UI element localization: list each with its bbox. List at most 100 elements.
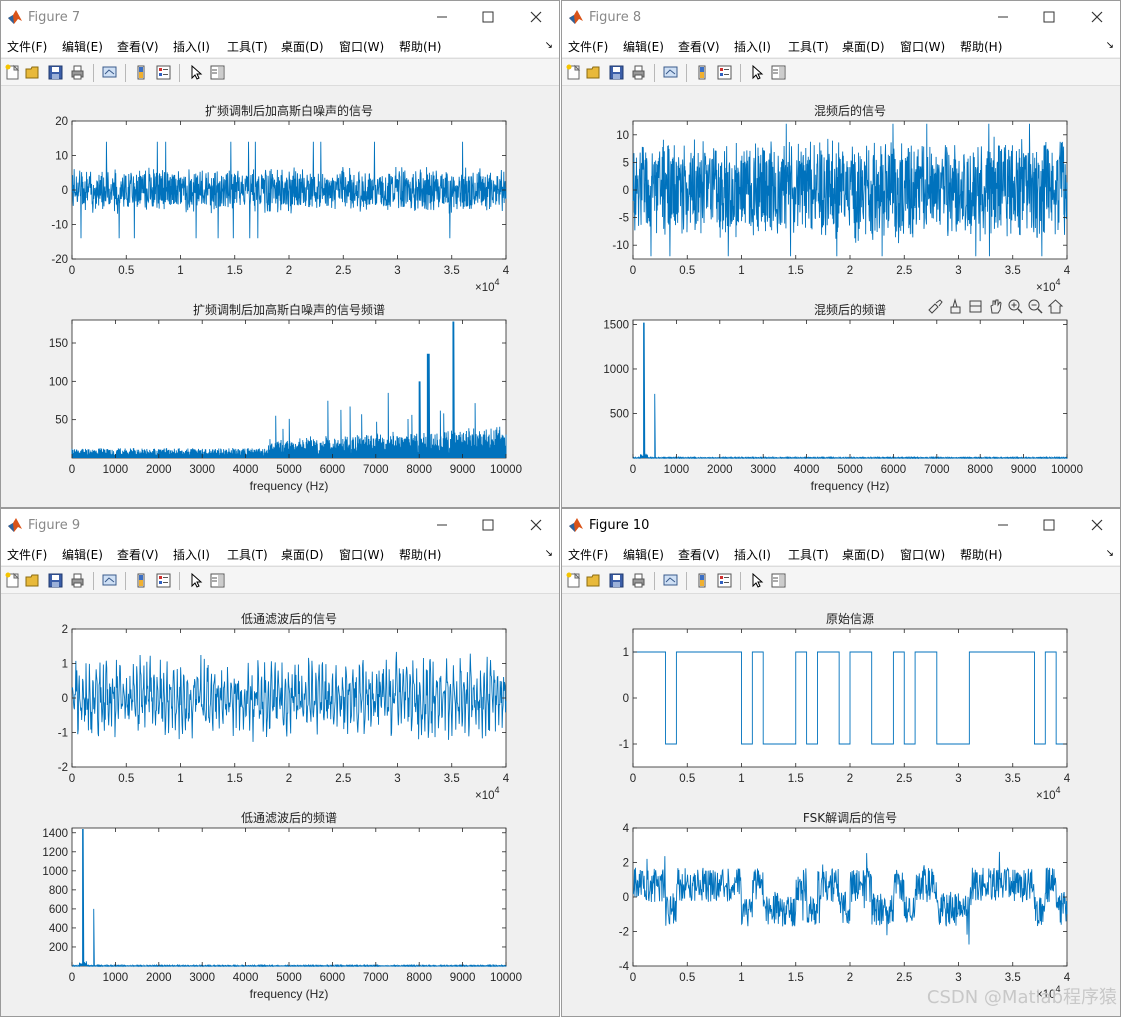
edit-plot-arrow-icon[interactable]: [749, 64, 766, 81]
menu-item[interactable]: 窗口(W): [900, 38, 945, 55]
insert-legend-icon[interactable]: [716, 64, 733, 81]
insert-colorbar-icon[interactable]: [694, 64, 711, 81]
open-file-icon[interactable]: [586, 64, 603, 81]
maximize-icon[interactable]: [1038, 7, 1060, 27]
figure-7-window[interactable]: Figure 7 文件(F) 编辑(E) 查看(V) 插入(I) 工具(T) 桌面(D) 窗口…: [0, 0, 560, 508]
open-file-icon[interactable]: [586, 572, 603, 589]
minimize-icon[interactable]: [992, 515, 1014, 535]
data-tips-icon[interactable]: [950, 298, 961, 314]
menu-item[interactable]: 插入(I): [734, 38, 771, 55]
zoom-out-icon[interactable]: [1028, 299, 1043, 314]
menu-item[interactable]: 插入(I): [173, 38, 210, 55]
menu-item[interactable]: 查看(V): [117, 38, 159, 55]
menu-item[interactable]: 文件(F): [568, 38, 608, 55]
open-file-icon[interactable]: [25, 572, 42, 589]
insert-legend-icon[interactable]: [155, 64, 172, 81]
edit-plot-arrow-icon[interactable]: [749, 572, 766, 589]
axes[interactable]: 混频后的信号 0 0.5 1 1.5 2 2.5 3 3.5 4 10 5 0 -5 -10 ×104: [612, 103, 1070, 294]
menu-overflow-icon[interactable]: ↘: [1106, 548, 1114, 559]
new-figure-icon[interactable]: [4, 64, 21, 81]
insert-legend-icon[interactable]: [716, 572, 733, 589]
title-bar[interactable]: Figure 7: [1, 1, 559, 33]
menu-item[interactable]: 帮助(H): [960, 546, 1002, 563]
minimize-icon[interactable]: [431, 7, 453, 27]
link-plot-icon[interactable]: [662, 572, 679, 589]
home-icon[interactable]: [1047, 299, 1064, 314]
title-bar[interactable]: Figure 9: [1, 509, 559, 541]
link-plot-icon[interactable]: [101, 64, 118, 81]
menu-item[interactable]: 桌面(D): [842, 546, 885, 563]
menu-item[interactable]: 编辑(E): [62, 546, 103, 563]
axes[interactable]: 扩频调制后加高斯白噪声的信号 0 0.5 1 1.5 2 2.5 3 3.5 4 20 10 0 -10 -…: [51, 103, 509, 294]
rotate-icon[interactable]: [969, 300, 982, 313]
menu-item[interactable]: 插入(I): [173, 546, 210, 563]
menu-item[interactable]: 窗口(W): [339, 546, 384, 563]
menu-item[interactable]: 工具(T): [788, 546, 829, 563]
zoom-in-icon[interactable]: [1008, 299, 1023, 314]
axes[interactable]: 原始信源 0 0.5 1 1.5 2 2.5 3 3.5 4 1 0 -1 ×104: [619, 612, 1071, 802]
axes[interactable]: 混频后的频谱 0 1000 2000 3000 4000 5000 6000 7000 8000 9…: [603, 298, 1083, 493]
axes[interactable]: 扩频调制后加高斯白噪声的信号频谱 0 1000 2000 3000 4000 5000 600…: [49, 302, 522, 493]
menu-item[interactable]: 工具(T): [227, 38, 268, 55]
property-inspector-icon[interactable]: [209, 572, 226, 589]
property-inspector-icon[interactable]: [209, 64, 226, 81]
title-bar[interactable]: Figure 10: [562, 509, 1120, 541]
minimize-icon[interactable]: [431, 515, 453, 535]
menu-item[interactable]: 文件(F): [7, 38, 47, 55]
save-icon[interactable]: [47, 572, 64, 589]
insert-legend-icon[interactable]: [155, 572, 172, 589]
minimize-icon[interactable]: [992, 7, 1014, 27]
property-inspector-icon[interactable]: [770, 572, 787, 589]
new-figure-icon[interactable]: [565, 64, 582, 81]
print-icon[interactable]: [69, 64, 86, 81]
print-icon[interactable]: [630, 572, 647, 589]
maximize-icon[interactable]: [477, 515, 499, 535]
close-icon[interactable]: [1086, 515, 1108, 535]
edit-plot-arrow-icon[interactable]: [188, 572, 205, 589]
print-icon[interactable]: [69, 572, 86, 589]
insert-colorbar-icon[interactable]: [133, 572, 150, 589]
menu-item[interactable]: 桌面(D): [281, 38, 324, 55]
menu-item[interactable]: 窗口(W): [900, 546, 945, 563]
menu-item[interactable]: 帮助(H): [960, 38, 1002, 55]
axes[interactable]: 低通滤波后的频谱 0 1000 2000 3000 4000 5000 6000 7000 800…: [42, 810, 522, 1001]
link-plot-icon[interactable]: [101, 572, 118, 589]
menu-item[interactable]: 工具(T): [227, 546, 268, 563]
menu-item[interactable]: 桌面(D): [281, 546, 324, 563]
menu-overflow-icon[interactable]: ↘: [1106, 40, 1114, 51]
property-inspector-icon[interactable]: [770, 64, 787, 81]
menu-item[interactable]: 编辑(E): [62, 38, 103, 55]
menu-item[interactable]: 查看(V): [117, 546, 159, 563]
menu-item[interactable]: 桌面(D): [842, 38, 885, 55]
link-plot-icon[interactable]: [662, 64, 679, 81]
print-icon[interactable]: [630, 64, 647, 81]
menu-item[interactable]: 查看(V): [678, 546, 720, 563]
close-icon[interactable]: [525, 515, 547, 535]
maximize-icon[interactable]: [1038, 515, 1060, 535]
pan-icon[interactable]: [990, 299, 1002, 314]
open-file-icon[interactable]: [25, 64, 42, 81]
brush-icon[interactable]: [928, 299, 943, 314]
figure-10-window[interactable]: Figure 10 文件(F) 编辑(E) 查看(V) 插入(I) 工具(T) 桌面(D) 窗…: [561, 508, 1121, 1017]
menu-item[interactable]: 查看(V): [678, 38, 720, 55]
axes[interactable]: FSK解调后的信号0 0.5 1 1.5 2 2.5 3 3.5 4420-2-4×104: [619, 810, 1071, 1001]
figure-9-window[interactable]: Figure 9 文件(F) 编辑(E) 查看(V) 插入(I) 工具(T) 桌面(D) 窗口…: [0, 508, 560, 1017]
menu-item[interactable]: 窗口(W): [339, 38, 384, 55]
menu-overflow-icon[interactable]: ↘: [545, 40, 553, 51]
close-icon[interactable]: [525, 7, 547, 27]
menu-item[interactable]: 编辑(E): [623, 38, 664, 55]
close-icon[interactable]: [1086, 7, 1108, 27]
menu-item[interactable]: 工具(T): [788, 38, 829, 55]
menu-overflow-icon[interactable]: ↘: [545, 548, 553, 559]
menu-item[interactable]: 帮助(H): [399, 38, 441, 55]
edit-plot-arrow-icon[interactable]: [188, 64, 205, 81]
menu-item[interactable]: 文件(F): [568, 546, 608, 563]
menu-item[interactable]: 文件(F): [7, 546, 47, 563]
axes[interactable]: 低通滤波后的信号 0 0.5 1 1.5 2 2.5 3 3.5 4 2 1 0 -1 -2 ×104: [58, 611, 510, 802]
save-icon[interactable]: [608, 572, 625, 589]
menu-item[interactable]: 帮助(H): [399, 546, 441, 563]
menu-item[interactable]: 编辑(E): [623, 546, 664, 563]
insert-colorbar-icon[interactable]: [694, 572, 711, 589]
new-figure-icon[interactable]: [4, 572, 21, 589]
menu-item[interactable]: 插入(I): [734, 546, 771, 563]
